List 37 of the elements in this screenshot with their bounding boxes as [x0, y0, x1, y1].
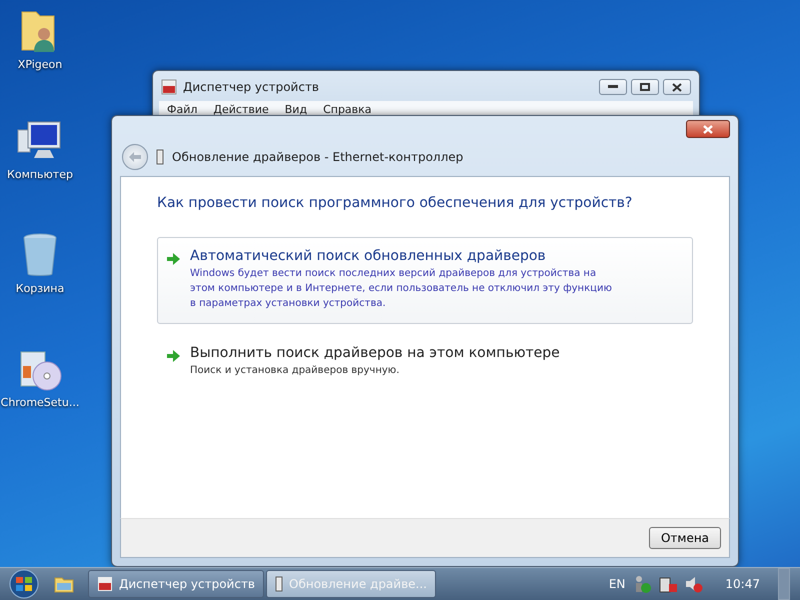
- network-error-icon[interactable]: [659, 575, 678, 593]
- desktop-icon-label[interactable]: ChromeSetu...: [0, 396, 80, 409]
- desktop-icon-label[interactable]: Компьютер: [7, 168, 73, 181]
- desktop-icon-label[interactable]: Корзина: [16, 282, 64, 295]
- network-adapter-icon: [156, 149, 164, 165]
- close-button[interactable]: [663, 79, 691, 95]
- minimize-button[interactable]: [599, 79, 627, 95]
- folder-icon[interactable]: [54, 575, 74, 593]
- language-indicator[interactable]: EN: [608, 577, 626, 591]
- arrow-icon: [166, 253, 180, 265]
- menu-item[interactable]: Справка: [323, 103, 372, 116]
- minimize-icon: [608, 85, 618, 89]
- window-title: Диспетчер устройств: [183, 80, 320, 94]
- toolbox-icon: [97, 576, 113, 592]
- menu-item[interactable]: Файл: [167, 103, 198, 116]
- user-with-checkmark-icon[interactable]: [633, 575, 652, 593]
- maximize-button[interactable]: [631, 79, 659, 95]
- close-icon: [703, 124, 713, 134]
- toolbox-icon: [161, 79, 177, 95]
- recycle-bin-icon: [22, 232, 58, 278]
- menu-item[interactable]: Действие: [213, 103, 269, 116]
- question-heading: Как провести поиск программного обеспечения для устройств?: [157, 195, 634, 211]
- back-arrow-icon: [129, 152, 141, 162]
- dialog-title: Обновление драйверов - Ethernet-контроллер: [172, 150, 464, 164]
- arrow-icon: [166, 350, 180, 362]
- command-link[interactable]: Выполнить поиск драйверов на этом компьютере Поиск и установка драйверов вручную.: [157, 334, 693, 391]
- clock[interactable]: 10:47: [725, 577, 760, 591]
- close-button[interactable]: [686, 120, 730, 138]
- network-adapter-icon: [275, 576, 284, 592]
- command-link[interactable]: Автоматический поиск обновленных драйверов Windows будет вести поиск последних версий драйверов для устройства на этом компьютере и в Интернете, если пользователь не отключил эту функцию в параметрах установки устройства.: [157, 237, 693, 324]
- desktop-icon-label[interactable]: XPigeon: [18, 58, 62, 71]
- cancel-button[interactable]: Отмена: [649, 527, 721, 549]
- menu-item[interactable]: Вид: [284, 103, 308, 116]
- maximize-icon: [640, 83, 650, 91]
- taskbar-button[interactable]: Диспетчер устройств: [88, 570, 264, 598]
- close-icon: [672, 82, 682, 92]
- speaker-muted-icon[interactable]: [685, 575, 704, 593]
